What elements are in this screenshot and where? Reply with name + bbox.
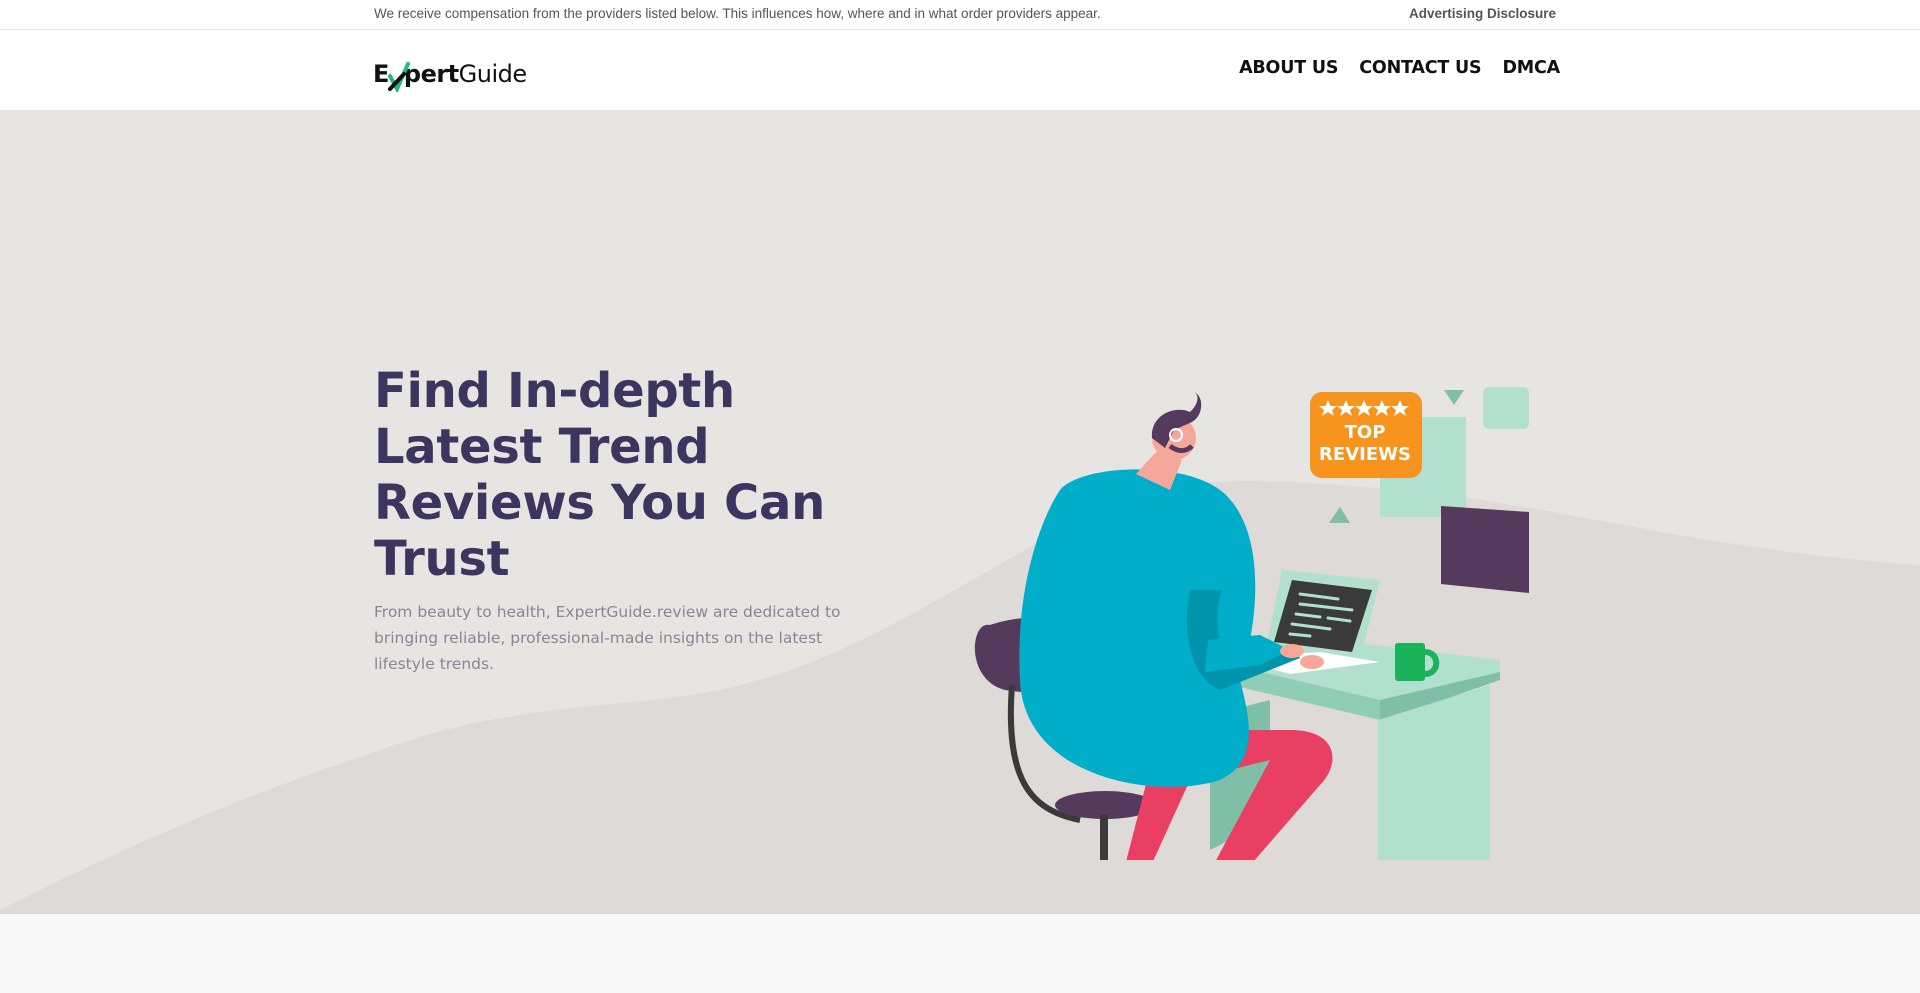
deco-square-small: [1483, 387, 1529, 429]
compensation-disclaimer: We receive compensation from the provide…: [374, 6, 1101, 21]
nav-about-us[interactable]: ABOUT US: [1239, 58, 1338, 78]
main-nav: ABOUT US CONTACT US DMCA: [1239, 58, 1560, 78]
nav-contact-us[interactable]: CONTACT US: [1359, 58, 1481, 78]
hero-heading: Find In-depth Latest Trend Reviews You C…: [374, 363, 825, 587]
deco-square-purple: [1441, 506, 1529, 593]
hero-subtitle: From beauty to health, ExpertGuide.revie…: [374, 603, 841, 673]
site-logo[interactable]: E x pert Guide: [373, 54, 527, 92]
next-section: [0, 914, 1920, 993]
nav-dmca[interactable]: DMCA: [1502, 58, 1560, 78]
disclosure-bar: We receive compensation from the provide…: [0, 0, 1920, 30]
logo-text-guide: Guide: [458, 60, 527, 88]
top-reviews-badge: TOP REVIEWS: [1310, 392, 1422, 478]
deco-triangle-up: [1329, 507, 1350, 523]
deco-triangle-down: [1444, 390, 1464, 405]
logo-text-pert: pert: [403, 60, 459, 88]
logo-x: x: [387, 60, 410, 92]
logo-text-e: E: [373, 60, 389, 88]
advertising-disclosure-link[interactable]: Advertising Disclosure: [1409, 6, 1556, 21]
reviewer-illustration: TOP REVIEWS: [974, 387, 1529, 860]
badge-line-2: REVIEWS: [1319, 444, 1411, 465]
badge-line-1: TOP: [1345, 422, 1386, 443]
logo-check-icon: [387, 62, 410, 92]
site-header: E x pert Guide ABOUT US CONTACT US DMCA: [0, 30, 1920, 110]
hero-section: Find In-depth Latest Trend Reviews You C…: [0, 110, 1920, 914]
person-head: [1136, 392, 1202, 490]
